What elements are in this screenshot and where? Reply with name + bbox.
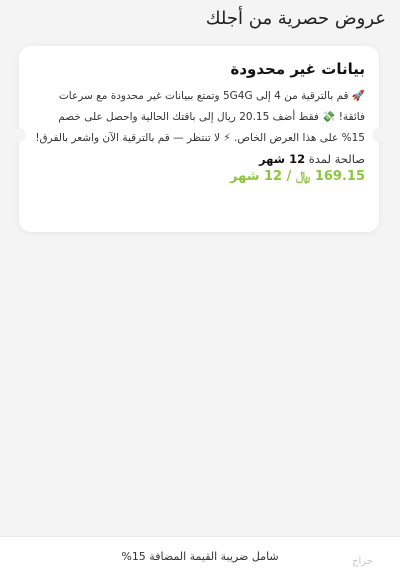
page-title: عروض حصرية من أجلك <box>205 8 386 29</box>
offer-price: 169.15 ﷼ / 12 شهر <box>230 169 365 184</box>
validity-value: 12 شهر <box>259 152 306 166</box>
offer-title: بيانات غير محدودة <box>230 60 365 78</box>
validity-prefix: صالحة لمدة <box>308 152 365 166</box>
watermark-logo: حراج <box>352 556 373 567</box>
offer-card[interactable]: بيانات غير محدودة 🚀 قم بالترقية من 4 إلى… <box>12 46 386 232</box>
vat-footer: شامل ضريبة القيمة المضافة 15% <box>0 536 400 575</box>
card-notch-left <box>12 128 26 142</box>
vat-note: شامل ضريبة القيمة المضافة 15% <box>121 549 279 563</box>
offer-validity: صالحة لمدة 12 شهر <box>33 152 365 166</box>
card-notch-right <box>372 128 386 142</box>
offer-description: 🚀 قم بالترقية من 4 إلى 5G4G وتمتع ببيانا… <box>35 90 365 144</box>
